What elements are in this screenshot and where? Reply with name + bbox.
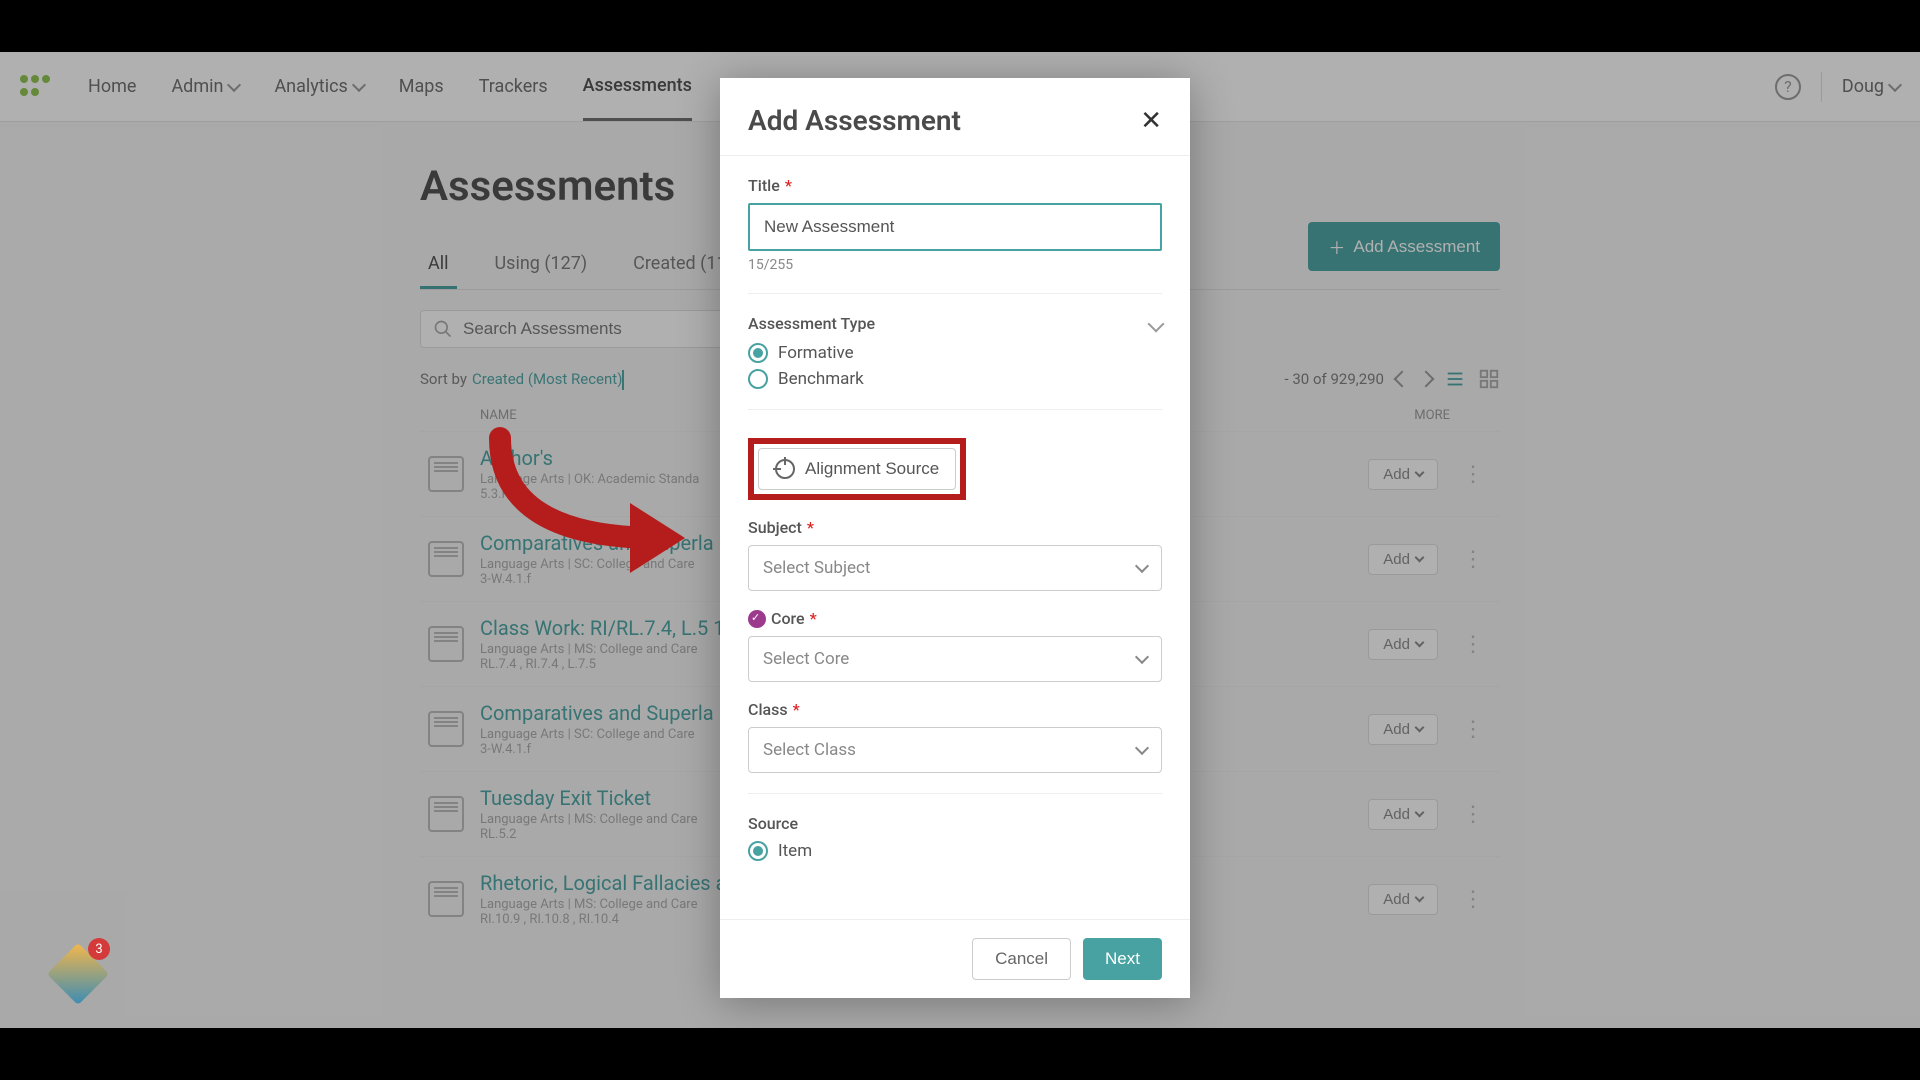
radio-formative[interactable]: Formative bbox=[748, 343, 1162, 363]
chevron-down-icon bbox=[1135, 741, 1149, 755]
core-select[interactable]: Select Core bbox=[748, 636, 1162, 682]
modal-title: Add Assessment bbox=[748, 104, 961, 137]
radio-icon bbox=[748, 369, 768, 389]
radio-item[interactable]: Item bbox=[748, 841, 1162, 861]
chevron-down-icon[interactable] bbox=[1148, 315, 1165, 332]
chevron-down-icon bbox=[1135, 559, 1149, 573]
highlight-annotation: Alignment Source bbox=[748, 438, 966, 500]
cancel-button[interactable]: Cancel bbox=[972, 938, 1071, 980]
radio-icon bbox=[748, 343, 768, 363]
class-select[interactable]: Select Class bbox=[748, 727, 1162, 773]
core-label: Core bbox=[771, 609, 805, 628]
radio-icon bbox=[748, 841, 768, 861]
source-label: Source bbox=[748, 814, 1162, 833]
notification-badge[interactable]: 3 bbox=[50, 942, 106, 998]
title-label: Title bbox=[748, 176, 780, 195]
chevron-down-icon bbox=[1135, 650, 1149, 664]
radio-benchmark[interactable]: Benchmark bbox=[748, 369, 1162, 389]
target-icon bbox=[775, 459, 795, 479]
type-label: Assessment Type bbox=[748, 314, 875, 333]
core-icon bbox=[748, 610, 766, 628]
next-button[interactable]: Next bbox=[1083, 938, 1162, 980]
arrow-annotation bbox=[470, 418, 730, 588]
subject-label: Subject bbox=[748, 518, 802, 537]
char-count: 15/255 bbox=[748, 257, 1162, 273]
add-assessment-modal: Add Assessment ✕ Title* 15/255 Assessmen… bbox=[720, 78, 1190, 998]
close-icon[interactable]: ✕ bbox=[1140, 105, 1162, 136]
badge-count: 3 bbox=[88, 938, 110, 960]
subject-select[interactable]: Select Subject bbox=[748, 545, 1162, 591]
alignment-source-button[interactable]: Alignment Source bbox=[758, 448, 956, 490]
class-label: Class bbox=[748, 700, 788, 719]
title-input[interactable] bbox=[748, 203, 1162, 251]
